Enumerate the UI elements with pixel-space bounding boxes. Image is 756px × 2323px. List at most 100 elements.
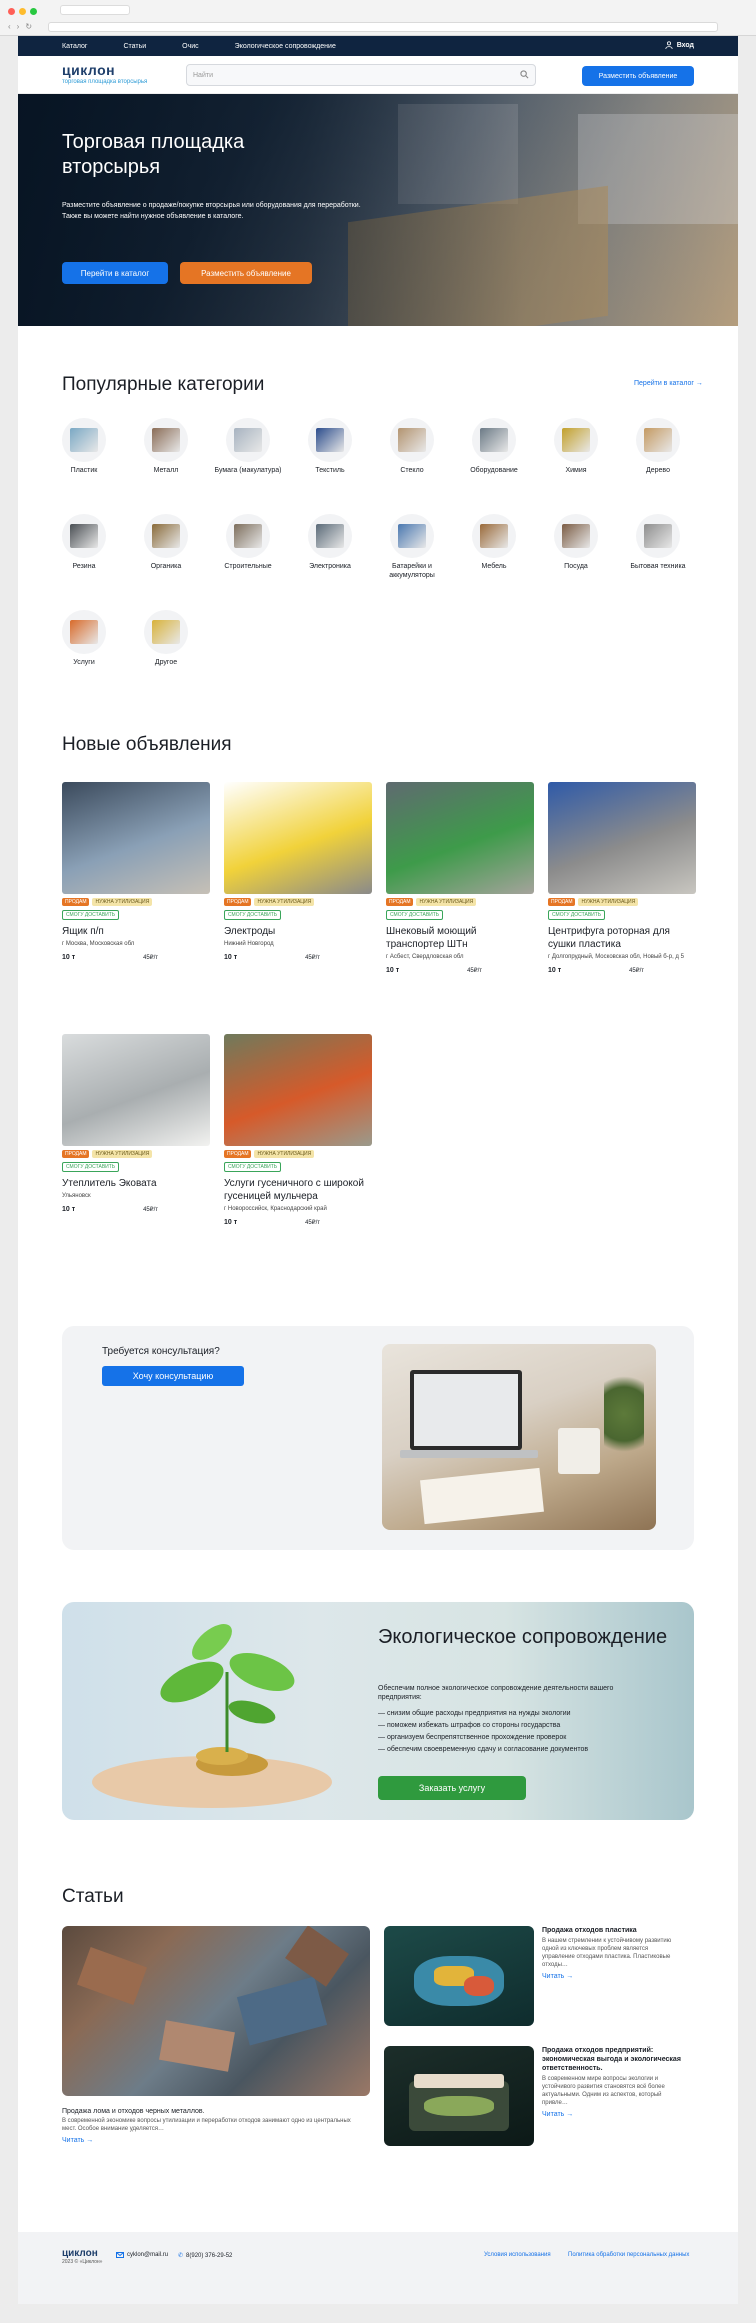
ad-card[interactable]: ПРОДАМ НУЖНА УТИЛИЗАЦИЯ СМОГУ ДОСТАВИТЬ Уте… bbox=[62, 1034, 210, 1213]
ad-title[interactable]: Электроды bbox=[224, 925, 372, 938]
ad-card[interactable]: ПРОДАМ НУЖНА УТИЛИЗАЦИЯ СМОГУ ДОСТАВИТЬ Ящи… bbox=[62, 782, 210, 961]
nav-articles[interactable]: Статьи bbox=[123, 43, 146, 50]
site-footer: циклон 2023 © «Циклон» cyklon@mail.ru ✆ … bbox=[18, 2232, 738, 2304]
category-item[interactable]: Электроника bbox=[292, 514, 368, 571]
category-item[interactable]: Химия bbox=[538, 418, 614, 475]
arrow-right-icon: → bbox=[695, 380, 703, 387]
footer-logo[interactable]: циклон 2023 © «Циклон» bbox=[62, 2248, 102, 2265]
ad-title[interactable]: Утеплитель Эковата bbox=[62, 1177, 210, 1190]
maximize-window-icon[interactable] bbox=[30, 8, 37, 15]
ad-photo bbox=[548, 782, 696, 894]
category-item[interactable]: Органика bbox=[128, 514, 204, 571]
footer-email[interactable]: cyklon@mail.ru bbox=[116, 2252, 168, 2258]
category-thumbnail bbox=[152, 428, 180, 452]
ad-tags: ПРОДАМ НУЖНА УТИЛИЗАЦИЯ bbox=[224, 898, 372, 906]
read-link[interactable]: Читать → bbox=[62, 2137, 370, 2144]
browser-tab[interactable] bbox=[60, 5, 130, 15]
logo-text: циклон bbox=[62, 62, 116, 78]
hero-post-ad-button[interactable]: Разместить объявление bbox=[180, 262, 312, 284]
eco-point: — организуем беспрепятственное прохожден… bbox=[378, 1734, 567, 1741]
login-link[interactable]: Вход bbox=[665, 41, 694, 49]
sell-badge: ПРОДАМ bbox=[62, 1150, 90, 1158]
ad-card[interactable]: ПРОДАМ НУЖНА УТИЛИЗАЦИЯ СМОГУ ДОСТАВИТЬ Цен… bbox=[548, 782, 696, 974]
category-item[interactable]: Дерево bbox=[620, 418, 696, 475]
category-image bbox=[144, 610, 188, 654]
ad-price: 45₽/т bbox=[467, 968, 482, 974]
back-arrow-icon[interactable]: ‹ bbox=[8, 22, 11, 32]
consultation-button[interactable]: Хочу консультацию bbox=[102, 1366, 244, 1386]
ad-photo bbox=[224, 1034, 372, 1146]
read-link[interactable]: Читать → bbox=[542, 1973, 682, 1980]
article-card[interactable]: Продажа отходов предприятий: экономическ… bbox=[384, 2046, 694, 2150]
eco-description: Обеспечим полное экологическое сопровожд… bbox=[378, 1685, 614, 1701]
catalog-link[interactable]: Перейти в каталог → bbox=[634, 380, 703, 387]
read-link[interactable]: Читать → bbox=[542, 2111, 682, 2118]
search-icon[interactable] bbox=[520, 70, 529, 79]
category-item[interactable]: Стекло bbox=[374, 418, 450, 475]
read-label: Читать bbox=[542, 2111, 565, 2118]
close-window-icon[interactable] bbox=[8, 8, 15, 15]
category-item[interactable]: Текстиль bbox=[292, 418, 368, 475]
category-item[interactable]: Батарейки и аккумуляторы bbox=[374, 514, 450, 580]
ad-price: 45₽/т bbox=[305, 1220, 320, 1226]
scrap-metal-image bbox=[62, 1926, 370, 2096]
utilization-badge: НУЖНА УТИЛИЗАЦИЯ bbox=[578, 898, 639, 906]
category-label: Оборудование bbox=[470, 467, 518, 474]
category-image bbox=[636, 418, 680, 462]
ad-tags: СМОГУ ДОСТАВИТЬ bbox=[62, 1162, 210, 1172]
category-item[interactable]: Бытовая техника bbox=[620, 514, 696, 571]
search-input[interactable]: Найти bbox=[186, 64, 536, 86]
ad-title[interactable]: Ящик п/п bbox=[62, 925, 210, 938]
category-item[interactable]: Пластик bbox=[46, 418, 122, 475]
article-card[interactable]: Продажа отходов пластика В нашем стремле… bbox=[384, 1926, 694, 2030]
site-logo[interactable]: циклон торговая площадка вторсырья bbox=[62, 62, 147, 85]
ad-title[interactable]: Центрифуга роторная для сушки пластика bbox=[548, 925, 696, 951]
order-service-button[interactable]: Заказать услугу bbox=[378, 1776, 526, 1800]
ad-card[interactable]: ПРОДАМ НУЖНА УТИЛИЗАЦИЯ СМОГУ ДОСТАВИТЬ Эле… bbox=[224, 782, 372, 961]
ad-price: 45₽/т bbox=[143, 955, 158, 961]
ad-tags: ПРОДАМ НУЖНА УТИЛИЗАЦИЯ bbox=[62, 898, 210, 906]
address-bar[interactable] bbox=[48, 22, 718, 32]
ad-card[interactable]: ПРОДАМ НУЖНА УТИЛИЗАЦИЯ СМОГУ ДОСТАВИТЬ Шне… bbox=[386, 782, 534, 974]
ad-location: Ульяновск bbox=[62, 1193, 91, 1199]
post-ad-button[interactable]: Разместить объявление bbox=[582, 66, 694, 86]
web-page: Каталог Статьи Очис Экологическое сопров… bbox=[18, 36, 738, 2304]
category-item[interactable]: Строительные bbox=[210, 514, 286, 571]
category-thumbnail bbox=[644, 524, 672, 548]
category-item[interactable]: Посуда bbox=[538, 514, 614, 571]
ad-tags: СМОГУ ДОСТАВИТЬ bbox=[224, 910, 372, 920]
go-to-catalog-button[interactable]: Перейти в каталог bbox=[62, 262, 168, 284]
ad-title[interactable]: Шнековый моющий транспортер ШТн bbox=[386, 925, 534, 951]
reload-icon[interactable]: ↻ bbox=[25, 22, 32, 32]
ad-card[interactable]: ПРОДАМ НУЖНА УТИЛИЗАЦИЯ СМОГУ ДОСТАВИТЬ Усл… bbox=[224, 1034, 372, 1226]
article-card[interactable]: Продажа лома и отходов черных металлов. … bbox=[62, 1926, 370, 2144]
category-item[interactable]: Оборудование bbox=[456, 418, 532, 475]
category-item[interactable]: Мебель bbox=[456, 514, 532, 571]
ad-location: г Москва, Московская обл bbox=[62, 941, 135, 947]
read-label: Читать bbox=[62, 2137, 85, 2144]
ad-location: г Новороссийск, Краснодарский край bbox=[224, 1206, 327, 1212]
footer-phone[interactable]: ✆ 8(920) 376-29-52 bbox=[178, 2252, 232, 2260]
ad-location: Нижний Новгород bbox=[224, 941, 274, 947]
category-item[interactable]: Резина bbox=[46, 514, 122, 571]
category-label: Бытовая техника bbox=[630, 563, 686, 570]
nav-eco[interactable]: Экологическое сопровождение bbox=[235, 43, 336, 50]
nav-catalog[interactable]: Каталог bbox=[62, 43, 87, 50]
phone-icon: ✆ bbox=[178, 2253, 184, 2259]
category-image bbox=[226, 418, 270, 462]
category-thumbnail bbox=[316, 524, 344, 548]
ad-title[interactable]: Услуги гусеничного с широкой гусеницей м… bbox=[224, 1177, 372, 1203]
minimize-window-icon[interactable] bbox=[19, 8, 26, 15]
terms-link[interactable]: Условия использования bbox=[484, 2252, 551, 2258]
eco-support-block: Экологическое сопровождение Обеспечим по… bbox=[62, 1602, 694, 1820]
nav-services[interactable]: Очис bbox=[182, 43, 199, 50]
sell-badge: ПРОДАМ bbox=[224, 898, 252, 906]
category-item[interactable]: Другое bbox=[128, 610, 204, 667]
category-label: Дерево bbox=[646, 467, 670, 474]
eco-point: — поможем избежать штрафов со стороны го… bbox=[378, 1722, 561, 1729]
forward-arrow-icon[interactable]: › bbox=[17, 22, 20, 32]
category-item[interactable]: Услуги bbox=[46, 610, 122, 667]
privacy-link[interactable]: Политика обработки персональных данных bbox=[568, 2252, 689, 2258]
category-item[interactable]: Бумага (макулатура) bbox=[210, 418, 286, 475]
category-item[interactable]: Металл bbox=[128, 418, 204, 475]
